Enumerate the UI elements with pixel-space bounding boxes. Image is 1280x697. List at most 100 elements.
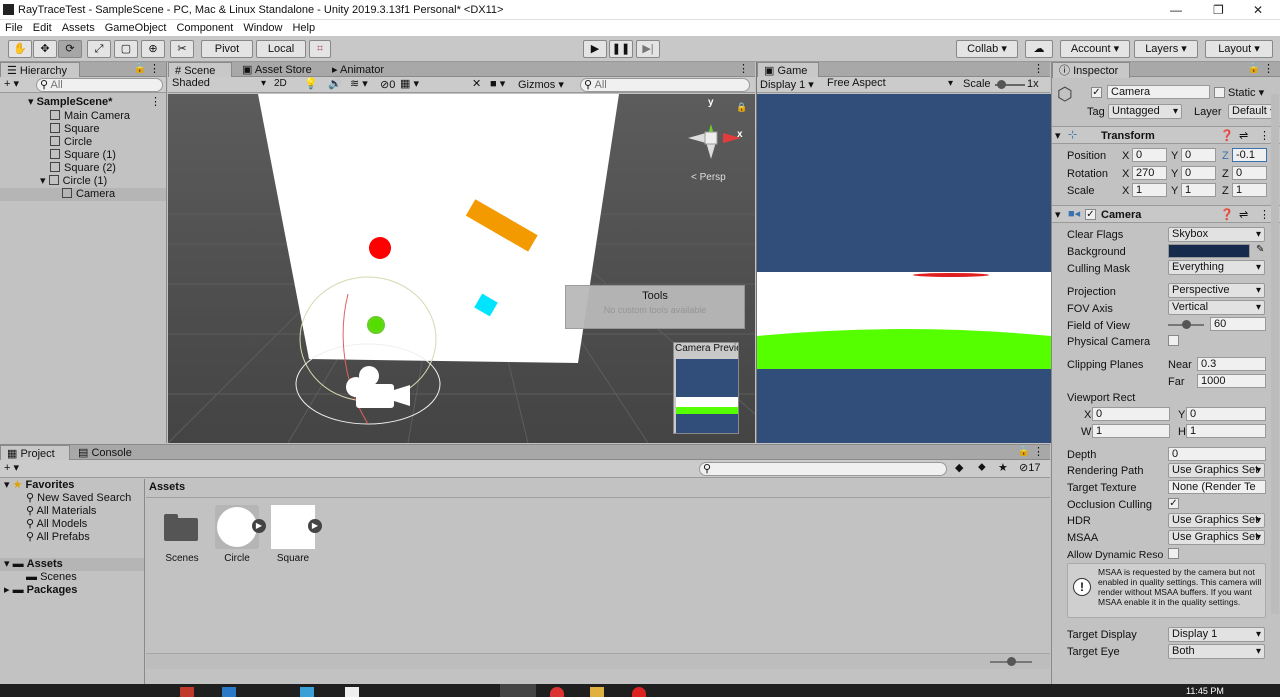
- taskbar-app-icon[interactable]: [345, 687, 359, 697]
- hierarchy-item[interactable]: Square (1): [50, 149, 116, 162]
- tab-scene[interactable]: # Scene: [168, 62, 232, 78]
- scene-search-input[interactable]: ⚲ All: [580, 78, 750, 92]
- hdr-dropdown[interactable]: Use Graphics Set: [1168, 513, 1265, 528]
- maximize-icon[interactable]: ❐: [1213, 3, 1224, 17]
- taskbar-app-icon[interactable]: [632, 687, 646, 697]
- preset-icon[interactable]: ⇌: [1239, 208, 1248, 221]
- preset-icon[interactable]: ⇌: [1239, 129, 1248, 142]
- dynamic-resolution-checkbox[interactable]: [1168, 548, 1179, 559]
- lock-icon[interactable]: 🔒: [736, 102, 747, 113]
- pivot-toggle[interactable]: Pivot: [201, 40, 253, 58]
- assets-folder-row[interactable]: ▾ ▬ Assets: [0, 558, 144, 571]
- scale-slider-handle[interactable]: [997, 80, 1006, 89]
- audio-icon[interactable]: 🔊: [328, 77, 342, 90]
- close-icon[interactable]: ✕: [1253, 3, 1263, 17]
- static-dropdown[interactable]: Static ▾: [1228, 86, 1264, 99]
- scenes-folder-row[interactable]: ▬ Scenes: [26, 571, 77, 584]
- tab-animator[interactable]: ▸ Animator: [326, 62, 390, 78]
- active-checkbox[interactable]: ✓: [1091, 87, 1102, 98]
- tab-project[interactable]: ▦ Project: [0, 445, 70, 461]
- near-field[interactable]: 0.3: [1197, 357, 1266, 371]
- taskbar-active-app[interactable]: [500, 684, 536, 697]
- folder-icon[interactable]: [162, 511, 200, 541]
- panel-menu-icon[interactable]: ⋮: [738, 62, 749, 75]
- viewport-w-field[interactable]: 1: [1092, 424, 1170, 438]
- cloud-icon[interactable]: ☁: [1025, 40, 1053, 58]
- tab-inspector[interactable]: ⓘ Inspector: [1052, 62, 1130, 78]
- object-name-field[interactable]: Camera: [1107, 85, 1210, 99]
- transform-tool-icon[interactable]: ⊕: [141, 40, 165, 58]
- rendering-path-dropdown[interactable]: Use Graphics Set: [1168, 463, 1265, 478]
- grid-snap-icon[interactable]: ⌗: [309, 40, 331, 58]
- physical-camera-checkbox[interactable]: [1168, 335, 1179, 346]
- hierarchy-item[interactable]: Square (2): [50, 162, 116, 175]
- fov-axis-dropdown[interactable]: Vertical: [1168, 300, 1265, 315]
- play-button[interactable]: ▶: [583, 40, 607, 58]
- grid-toggle-icon[interactable]: ▦ ▾: [400, 77, 419, 90]
- target-eye-dropdown[interactable]: Both: [1168, 644, 1265, 659]
- static-checkbox[interactable]: [1214, 87, 1225, 98]
- asset-thumb-square[interactable]: ▶: [271, 505, 322, 549]
- rotation-y-field[interactable]: 0: [1181, 166, 1216, 180]
- layers-dropdown[interactable]: Layers ▾: [1134, 40, 1198, 58]
- hidden-objects-toggle[interactable]: ⊘0: [380, 78, 395, 91]
- asset-thumb-circle[interactable]: ▶: [215, 505, 266, 549]
- target-texture-field[interactable]: None (Render Te: [1168, 480, 1266, 494]
- game-viewport[interactable]: [757, 94, 1051, 443]
- position-x-field[interactable]: 0: [1132, 148, 1167, 162]
- transform-header[interactable]: ▾ ⊹ Transform ❓ ⇌ ⋮: [1052, 126, 1280, 144]
- panel-menu-icon[interactable]: ⋮: [1033, 62, 1044, 75]
- expand-arrow-icon[interactable]: ▶: [308, 519, 322, 533]
- tab-console[interactable]: ▤ Console: [72, 445, 138, 461]
- menu-gameobject[interactable]: GameObject: [100, 20, 172, 36]
- hierarchy-search-input[interactable]: ⚲ All: [36, 78, 163, 92]
- step-button[interactable]: ▶|: [636, 40, 660, 58]
- eyedropper-icon[interactable]: ✎: [1256, 244, 1264, 255]
- tools-icon[interactable]: ✕: [472, 77, 481, 90]
- rotation-z-field[interactable]: 0: [1232, 166, 1267, 180]
- background-color-swatch[interactable]: [1168, 244, 1250, 258]
- position-y-field[interactable]: 0: [1181, 148, 1216, 162]
- create-plus-icon[interactable]: + ▾: [4, 461, 19, 474]
- shading-dropdown[interactable]: Shaded: [169, 77, 269, 92]
- scale-x-field[interactable]: 1: [1132, 183, 1167, 197]
- msaa-dropdown[interactable]: Use Graphics Set: [1168, 530, 1265, 545]
- mode-2d-toggle[interactable]: 2D: [274, 78, 287, 89]
- tab-game[interactable]: ▣ Game: [757, 62, 819, 78]
- rotate-tool-icon[interactable]: ⟳: [58, 40, 82, 58]
- tag-dropdown[interactable]: Untagged: [1108, 104, 1182, 119]
- rect-tool-icon[interactable]: ▢: [114, 40, 138, 58]
- projection-dropdown[interactable]: Perspective: [1168, 283, 1265, 298]
- tab-asset-store[interactable]: ▣ Asset Store: [236, 62, 318, 78]
- favorite-item[interactable]: ⚲ All Materials: [26, 505, 96, 518]
- panel-menu-icon[interactable]: ⋮: [149, 62, 160, 75]
- position-z-field[interactable]: -0.1: [1232, 148, 1267, 162]
- viewport-y-field[interactable]: 0: [1186, 407, 1266, 421]
- create-plus-icon[interactable]: + ▾: [4, 77, 19, 90]
- favorite-item[interactable]: ⚲ New Saved Search: [26, 492, 131, 505]
- custom-tool-icon[interactable]: ✂: [170, 40, 194, 58]
- taskbar-app-icon[interactable]: [222, 687, 236, 697]
- fov-slider-handle[interactable]: [1182, 320, 1191, 329]
- menu-component[interactable]: Component: [171, 20, 238, 36]
- layout-dropdown[interactable]: Layout ▾: [1205, 40, 1273, 58]
- scale-tool-icon[interactable]: ⤢: [87, 40, 111, 58]
- camera-settings-icon[interactable]: ■ ▾: [490, 77, 505, 90]
- scale-y-field[interactable]: 1: [1181, 183, 1216, 197]
- rotation-x-field[interactable]: 270: [1132, 166, 1167, 180]
- camera-enabled-checkbox[interactable]: ✓: [1085, 209, 1096, 220]
- persp-toggle[interactable]: < Persp: [691, 172, 726, 183]
- expand-arrow-icon[interactable]: ▶: [252, 519, 266, 533]
- hierarchy-item-selected[interactable]: Camera: [0, 188, 166, 201]
- favorites-row[interactable]: ▾ ★ Favorites: [4, 479, 74, 492]
- menu-file[interactable]: File: [0, 20, 28, 36]
- gizmos-dropdown[interactable]: Gizmos ▾: [518, 78, 564, 91]
- taskbar-app-icon[interactable]: [550, 687, 564, 697]
- packages-folder-row[interactable]: ▸ ▬ Packages: [4, 584, 77, 597]
- fov-field[interactable]: 60: [1210, 317, 1266, 331]
- scene-viewport[interactable]: y x 🔒 < Persp Tools No custom tools avai…: [168, 94, 755, 443]
- local-toggle[interactable]: Local: [256, 40, 306, 58]
- scale-z-field[interactable]: 1: [1232, 183, 1267, 197]
- hierarchy-scene-row[interactable]: ▾ SampleScene* ⋮: [0, 96, 167, 109]
- depth-field[interactable]: 0: [1168, 447, 1266, 461]
